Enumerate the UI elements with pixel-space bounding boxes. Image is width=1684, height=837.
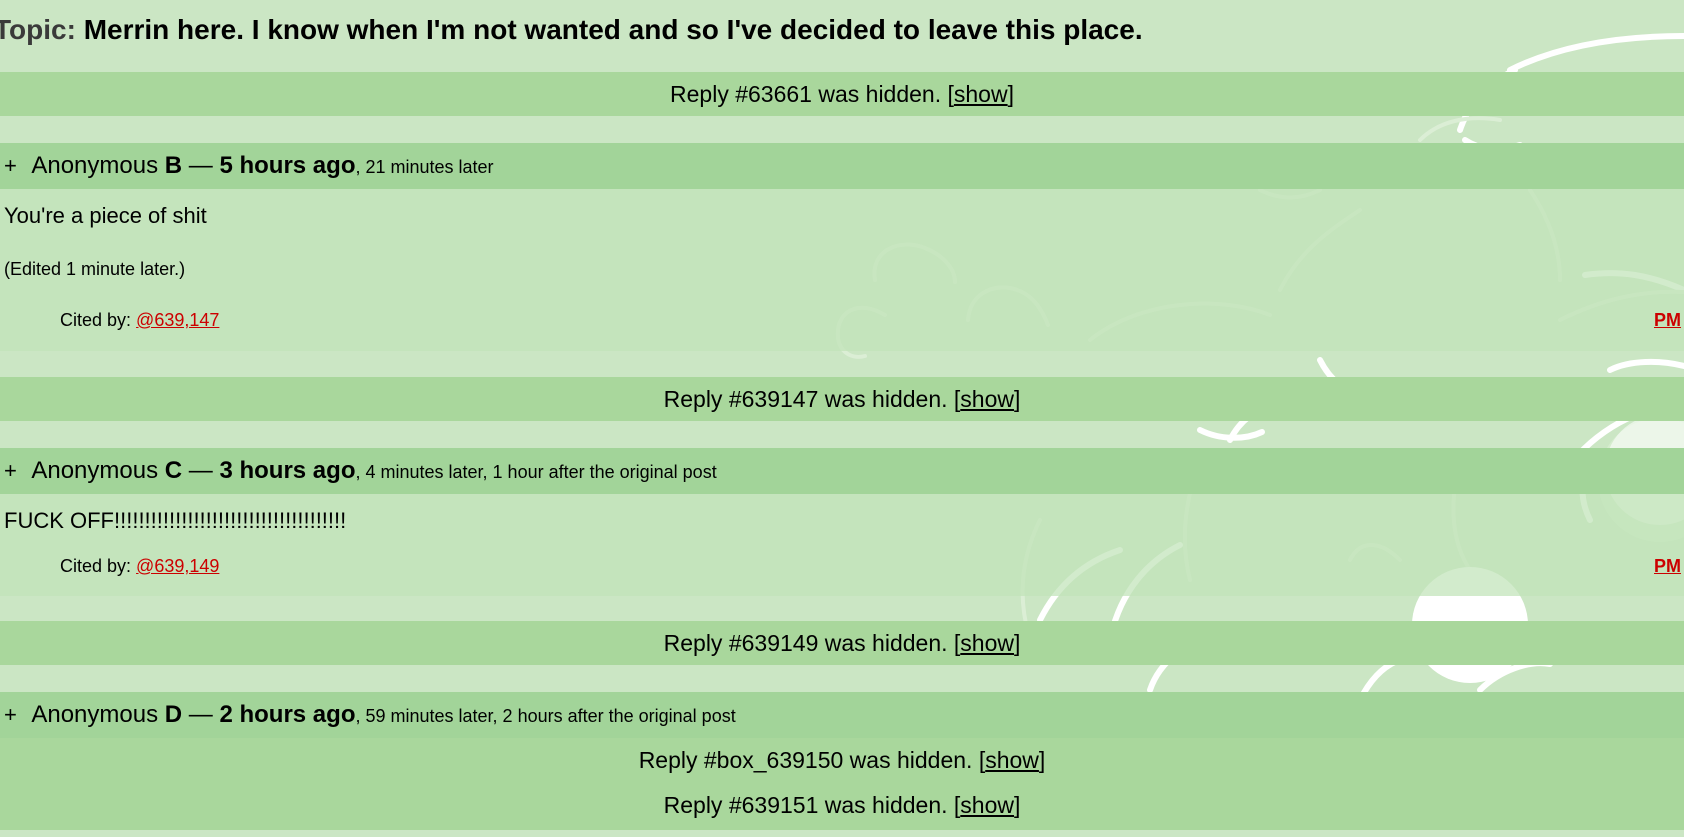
expand-toggle[interactable]: +: [0, 143, 26, 189]
post-header: + Anonymous C — 3 hours ago, 4 minutes l…: [0, 448, 1684, 494]
header-dash: —: [188, 701, 213, 728]
post-delay: , 4 minutes later, 1 hour after the orig…: [355, 462, 717, 482]
pm-link[interactable]: PM: [1654, 310, 1681, 331]
cited-by-label: Cited by:: [60, 556, 137, 576]
cited-by: Cited by: @639,149: [60, 556, 219, 577]
post-time[interactable]: 5 hours ago: [219, 152, 355, 179]
citation-link[interactable]: @639,147: [136, 310, 219, 330]
topic-label: Topic:: [0, 14, 76, 45]
post-header: + Anonymous B — 5 hours ago, 21 minutes …: [0, 143, 1684, 189]
poster-letter: D: [164, 701, 183, 728]
show-reply-link[interactable]: show: [960, 386, 1014, 412]
topic-title: Merrin here. I know when I'm not wanted …: [83, 14, 1143, 45]
show-reply-link[interactable]: show: [985, 747, 1039, 773]
hidden-reply-notice: Reply #639147 was hidden. [show]: [0, 377, 1684, 421]
poster-name: Anonymous: [31, 457, 159, 484]
cited-by: Cited by: @639,147: [60, 310, 219, 331]
post-body: You're a piece of shit (Edited 1 minute …: [0, 189, 1684, 351]
post-body: FUCK OFF!!!!!!!!!!!!!!!!!!!!!!!!!!!!!!!!…: [0, 494, 1684, 596]
post-text: FUCK OFF!!!!!!!!!!!!!!!!!!!!!!!!!!!!!!!!…: [4, 508, 347, 533]
post-delay: , 59 minutes later, 2 hours after the or…: [355, 706, 736, 726]
poster-letter: C: [164, 457, 183, 484]
expand-toggle[interactable]: +: [0, 692, 26, 738]
expand-toggle[interactable]: +: [0, 448, 26, 494]
hidden-reply-notice: Reply #639151 was hidden. [show]: [663, 792, 1021, 818]
cited-by-label: Cited by:: [60, 310, 137, 330]
hidden-reply-notice: Reply #639149 was hidden. [show]: [0, 621, 1684, 665]
show-reply-link[interactable]: show: [954, 81, 1008, 107]
header-dash: —: [188, 457, 213, 484]
edited-note: (Edited 1 minute later.): [4, 259, 186, 279]
hidden-reply-id: Reply #639149: [663, 630, 819, 656]
citation-link[interactable]: @639,149: [136, 556, 219, 576]
hidden-reply-id: Reply #639151: [663, 792, 819, 818]
hidden-reply-id: Reply #639147: [663, 386, 819, 412]
hidden-reply-group: Reply #box_639150 was hidden. [show] Rep…: [0, 738, 1684, 830]
post-time[interactable]: 2 hours ago: [219, 701, 355, 728]
thread-view: Topic: Merrin here. I know when I'm not …: [0, 0, 1684, 837]
header-dash: —: [188, 152, 213, 179]
show-reply-link[interactable]: show: [960, 630, 1014, 656]
topic-heading: Topic: Merrin here. I know when I'm not …: [0, 10, 1143, 50]
hidden-reply-notice: Reply #63661 was hidden. [show]: [0, 72, 1684, 116]
post-text: You're a piece of shit: [4, 203, 207, 228]
hidden-reply-notice: Reply #box_639150 was hidden. [show]: [638, 747, 1046, 773]
poster-letter: B: [164, 152, 183, 179]
post-header: + Anonymous D — 2 hours ago, 59 minutes …: [0, 692, 1684, 738]
show-reply-link[interactable]: show: [960, 792, 1014, 818]
hidden-reply-id: Reply #63661: [670, 81, 812, 107]
post-delay: , 21 minutes later: [355, 157, 494, 177]
poster-name: Anonymous: [31, 152, 159, 179]
hidden-reply-id: Reply #box_639150: [638, 747, 844, 773]
poster-name: Anonymous: [31, 701, 159, 728]
post-time[interactable]: 3 hours ago: [219, 457, 355, 484]
pm-link[interactable]: PM: [1654, 556, 1681, 577]
